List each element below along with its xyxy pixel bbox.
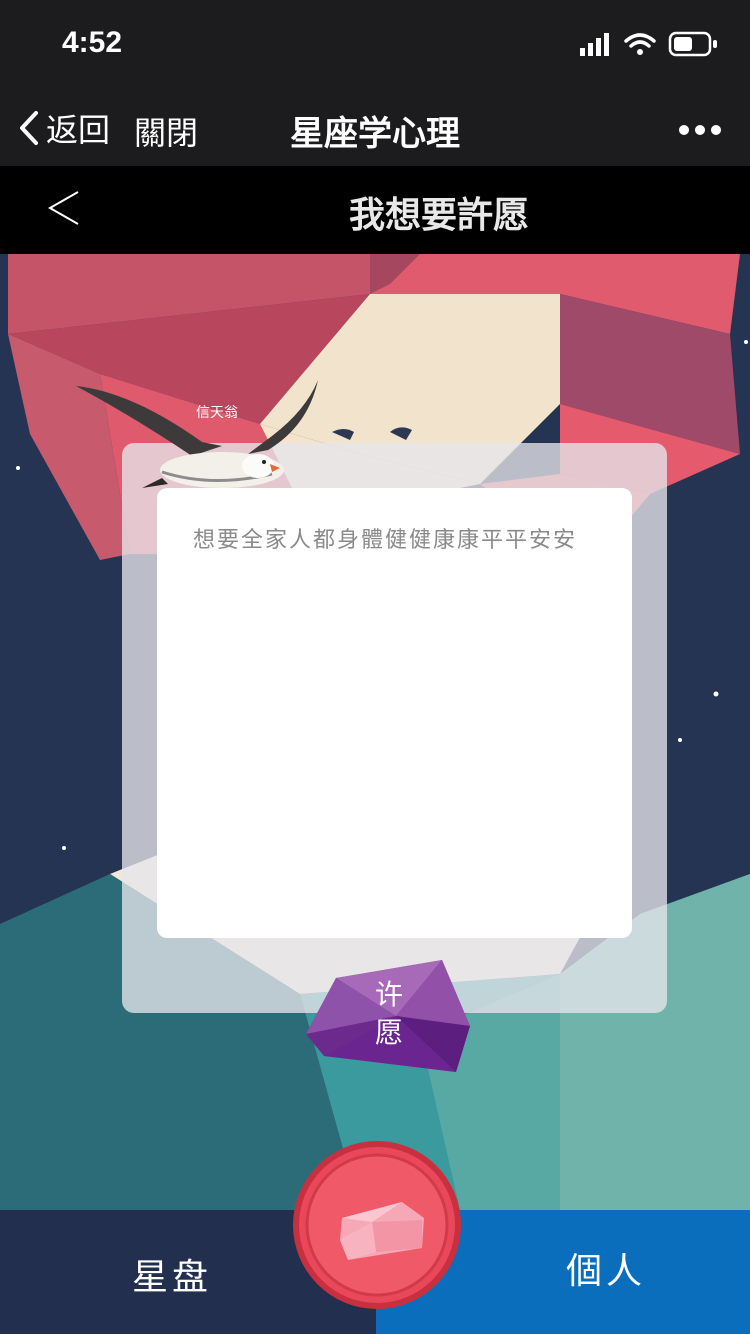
bird-label: 信天翁 [196,405,238,421]
wifi-icon [624,33,656,55]
status-time: 4:52 [62,26,123,59]
status-icons [580,31,717,57]
center-button[interactable] [292,1140,462,1310]
sub-header-title: 我想要許愿 [348,195,529,236]
wish-button[interactable]: 许 愿 [306,956,472,1072]
battery-icon [668,31,717,57]
status-bar: 4:52 [0,0,750,88]
sub-header: 我想要許愿 [0,166,750,254]
wish-paper[interactable]: 想要全家人都身體健健康康平平安安 [157,488,632,938]
signal-icon [580,33,609,56]
wish-button-label: 许 愿 [374,978,403,1049]
wish-text: 想要全家人都身體健健康康平平安安 [193,528,578,553]
tab-profile-label: 個人 [566,1251,647,1292]
more-icon[interactable] [678,124,722,136]
nav-bar: 返回 關閉 星座学心理 [0,88,750,166]
albatross-icon [76,380,318,488]
page-title: 星座学心理 [290,114,460,154]
tab-star-chart-label: 星盘 [132,1257,213,1298]
